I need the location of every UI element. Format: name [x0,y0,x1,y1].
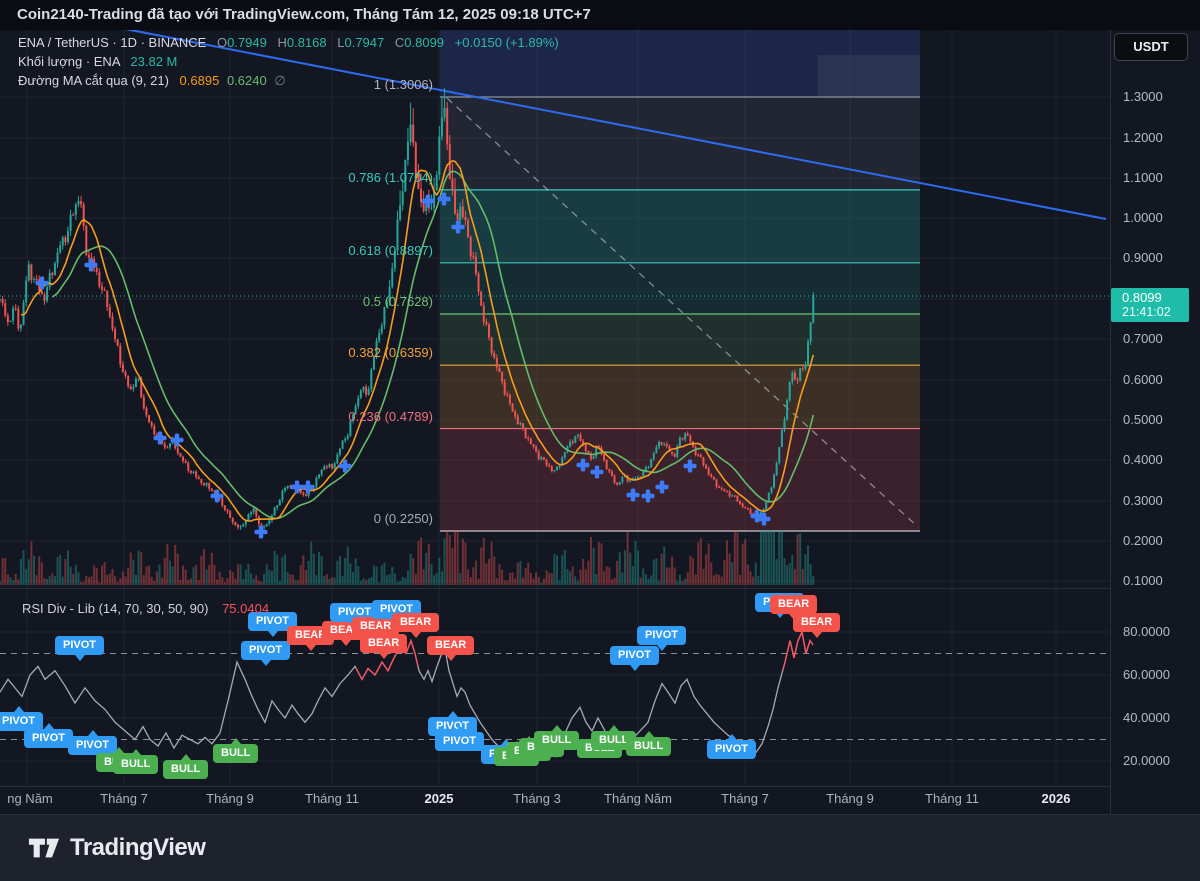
low-value: 0.7947 [344,35,384,50]
symbol-title: ENA / TetherUS · 1D · BINANCE [18,35,206,50]
ma-fast-value: 0.6895 [180,73,220,88]
axis-price-label: 0.7000 [1123,331,1163,347]
time-axis-label: Tháng Năm [604,791,672,806]
time-axis[interactable]: ng Năm Tháng 7 Tháng 9 Tháng 11 2025 Tháng 3 T… [0,788,1110,814]
rsi-divergence-segment [783,632,813,670]
time-axis-label: Tháng 3 [513,791,561,806]
time-axis-separator [0,786,1110,787]
axis-price-label: 20.0000 [1123,753,1170,769]
rsi-value: 75.0404 [222,601,269,616]
attribution-text: Coin2140-Trading đã tạo với TradingView.… [17,6,591,23]
last-price-value: 0.8099 [1122,290,1189,305]
close-label: C [395,35,404,50]
axis-price-label: 1.0000 [1123,210,1163,226]
volume-label: Khối lượng · ENA [18,54,120,69]
rsi-label: RSI Div - Lib (14, 70, 30, 50, 90) [22,601,208,616]
axis-price-label: 0.6000 [1123,372,1163,388]
axis-price-label: 60.0000 [1123,667,1170,683]
close-value: 0.8099 [404,35,444,50]
rsi-indicator-legend[interactable]: RSI Div - Lib (14, 70, 30, 50, 90) 75.04… [22,601,269,616]
axis-price-label: 0.4000 [1123,452,1163,468]
fib-level-label: 0.786 (1.0704) [233,170,433,185]
attribution-bar: Coin2140-Trading đã tạo với TradingView.… [0,0,1200,30]
high-value: 0.8168 [287,35,327,50]
axis-price-label: 40.0000 [1123,710,1170,726]
axis-price-label: 0.5000 [1123,412,1163,428]
axis-price-label: 0.3000 [1123,493,1163,509]
volume-series [0,530,814,585]
time-axis-label: Tháng 11 [925,791,979,806]
currency-toggle-button[interactable]: USDT [1114,33,1188,61]
open-label: O [217,35,227,50]
time-axis-label: Tháng 11 [305,791,359,806]
empty-set-icon: ∅ [274,73,285,88]
axis-price-label: 0.9000 [1123,250,1163,266]
rsi-pane [0,632,1110,757]
axis-price-label: 1.1000 [1123,170,1163,186]
fib-level-label: 0.382 (0.6359) [233,345,433,360]
change-value: +0.0150 (+1.89%) [455,35,559,50]
time-axis-label: 2025 [425,791,454,806]
time-axis-label: Tháng 9 [206,791,254,806]
tradingview-logo-icon[interactable] [28,835,60,861]
symbol-row[interactable]: ENA / TetherUS · 1D · BINANCE O0.7949 H0… [18,33,559,52]
axis-price-label: 0.2000 [1123,533,1163,549]
fib-zones [440,30,920,531]
pane-separator[interactable] [0,588,1110,589]
ma-slow-value: 0.6240 [227,73,267,88]
fib-level-label: 0.618 (0.8897) [233,243,433,258]
last-price-badge: 0.8099 21:41:02 [1111,288,1189,322]
tradingview-wordmark[interactable]: TradingView [70,834,205,862]
high-label: H [277,35,286,50]
axis-price-label: 1.3000 [1123,89,1163,105]
price-axis[interactable]: USDT 0.8099 21:41:02 1.3000 1.2000 1.1000 1… [1110,30,1200,814]
fib-level-label: 0 (0.2250) [233,511,433,526]
volume-value: 23.82 M [130,54,177,69]
chart-legend: ENA / TetherUS · 1D · BINANCE O0.7949 H0… [18,33,559,90]
bar-countdown: 21:41:02 [1122,305,1189,320]
fib-level-label: 0.236 (0.4789) [233,409,433,424]
time-axis-label: 2026 [1042,791,1071,806]
rsi-divergence-segment [356,641,418,680]
time-axis-label: Tháng 7 [721,791,769,806]
axis-price-label: 80.0000 [1123,624,1170,640]
axis-price-label: 0.1000 [1123,573,1163,589]
axis-price-label: 1.2000 [1123,130,1163,146]
chart-canvas[interactable] [0,0,1110,815]
open-value: 0.7949 [227,35,267,50]
time-axis-label: ng Năm [7,791,53,806]
time-axis-label: Tháng 7 [100,791,148,806]
tradingview-screenshot: Coin2140-Trading đã tạo với TradingView.… [0,0,1200,881]
volume-row[interactable]: Khối lượng · ENA 23.82 M [18,52,559,71]
ma-cross-row[interactable]: Đường MA cắt qua (9, 21) 0.6895 0.6240 ∅ [18,71,559,90]
fib-level-label: 0.5 (0.7628) [233,294,433,309]
footer-bar: TradingView [0,815,1200,881]
time-axis-label: Tháng 9 [826,791,874,806]
ma-cross-label: Đường MA cắt qua (9, 21) [18,73,169,88]
